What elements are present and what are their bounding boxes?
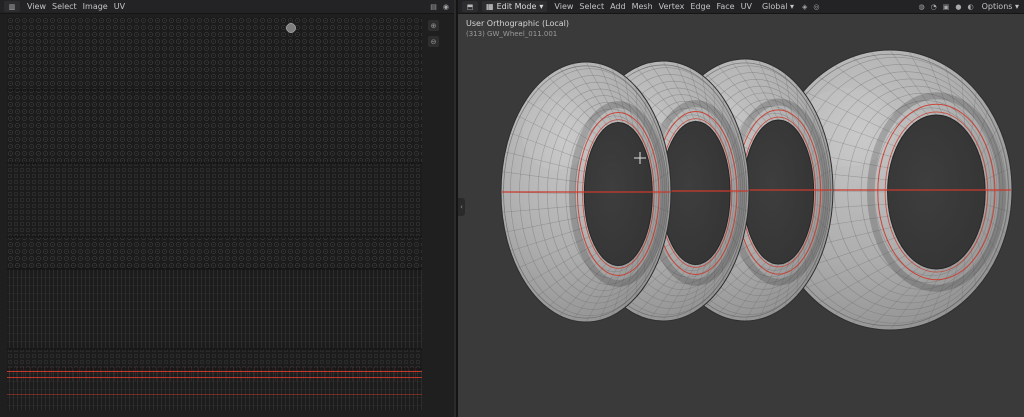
uv-editor-header: ▥ View Select Image UV ▤ ◉ [0,0,454,14]
editor-type-dropdown[interactable]: ⬒ [462,1,478,12]
viewport-shading-material-icon[interactable]: ◐ [966,3,974,11]
uv-editor-menus: View Select Image UV [24,2,128,11]
zoom-out-icon[interactable]: ⊖ [428,36,439,47]
menu-select[interactable]: Select [576,2,607,11]
viewport-scene[interactable] [458,14,1024,417]
uv-grid [7,17,422,410]
options-label: Options [981,2,1013,11]
chevron-down-icon: ▾ [539,2,544,11]
menu-select[interactable]: Select [49,2,80,11]
proportional-edit-icon[interactable]: ◎ [812,3,820,11]
blender-window: ▥ View Select Image UV ▤ ◉ ⊕ ⊖ ⬒ ▦ Edit … [0,0,1024,417]
magnet-icon[interactable]: ◈ [801,3,808,11]
menu-face[interactable]: Face [714,2,738,11]
mode-dropdown[interactable]: ▦ Edit Mode ▾ [482,1,548,12]
menu-uv[interactable]: UV [111,2,128,11]
chevron-down-icon: ▾ [790,2,795,11]
menu-uv[interactable]: UV [738,2,755,11]
menu-add[interactable]: Add [607,2,629,11]
viewport-3d-panel: ⬒ ▦ Edit Mode ▾ View Select Add Mesh Vertex E… [456,0,1024,417]
menu-view[interactable]: View [24,2,49,11]
menu-image[interactable]: Image [80,2,111,11]
edit-mode-icon: ▦ [486,2,494,11]
zoom-in-icon[interactable]: ⊕ [428,20,439,31]
uv-2d-cursor[interactable] [286,23,296,33]
menu-vertex[interactable]: Vertex [656,2,688,11]
menu-view[interactable]: View [551,2,576,11]
editor-type-dropdown[interactable]: ▥ [4,1,20,12]
viewport-editor-icon: ⬒ [466,2,474,11]
overlays-icon[interactable]: ◔ [930,3,938,11]
options-dropdown[interactable]: Options ▾ [979,2,1022,11]
uv-editor-panel: ▥ View Select Image UV ▤ ◉ ⊕ ⊖ [0,0,454,417]
mode-label: Edit Mode [496,2,537,11]
orientation-label: Global [761,2,788,11]
viewport-header: ⬒ ▦ Edit Mode ▾ View Select Add Mesh Vertex E… [458,0,1024,14]
menu-mesh[interactable]: Mesh [629,2,656,11]
xray-icon[interactable]: ▣ [942,3,951,11]
sidebar-toggle[interactable]: ‹ [458,198,465,216]
orientation-dropdown[interactable]: Global ▾ [759,2,797,11]
viewport-shading-solid-icon[interactable]: ● [954,3,962,11]
menu-edge[interactable]: Edge [687,2,713,11]
chevron-down-icon: ▾ [1014,2,1019,11]
uv-canvas[interactable] [7,17,422,410]
viewport-menus: View Select Add Mesh Vertex Edge Face UV [551,2,755,11]
visibility-icon[interactable]: ◍ [918,3,926,11]
uv-editor-icon: ▥ [8,2,16,11]
image-browse-icon[interactable]: ▤ [429,3,438,11]
pin-icon[interactable]: ◉ [442,3,450,11]
